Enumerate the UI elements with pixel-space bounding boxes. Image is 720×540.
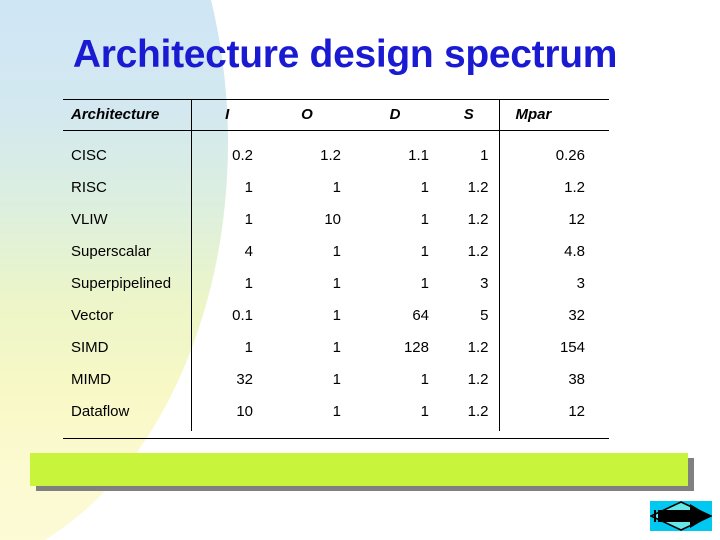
table: Architecture I O D S Mpar CISC 0.2 1.2 1.1 1… xyxy=(63,99,609,431)
cell-s: 1.2 xyxy=(467,242,489,260)
cell-s: 1 xyxy=(480,146,489,164)
cell-i: 0.2 xyxy=(232,146,253,164)
cell-i: 32 xyxy=(236,370,253,388)
cell-s: 5 xyxy=(480,306,489,324)
cell-s: 1.2 xyxy=(467,178,489,196)
cell-architecture: MIMD xyxy=(63,363,192,395)
cell-i: 1 xyxy=(244,274,253,292)
cell-d: 1 xyxy=(420,178,429,196)
cell-architecture: CISC xyxy=(63,130,192,171)
cell-mpar: 1.2 xyxy=(498,171,609,203)
cell-s: 1.2 xyxy=(467,210,489,228)
cell-d: 1 xyxy=(420,274,429,292)
cell-s: 1.2 xyxy=(467,402,489,420)
cell-mpar: 12 xyxy=(498,203,609,235)
column-header-i: I xyxy=(191,99,263,131)
green-accent-bar xyxy=(30,453,688,486)
cell-mpar: 154 xyxy=(498,331,609,363)
slide-canvas: Architecture design spectrum Architectur… xyxy=(0,0,720,540)
cell-d: 1.1 xyxy=(408,146,429,164)
column-header-s: S xyxy=(439,99,499,131)
cell-i: 4 xyxy=(244,242,253,260)
cell-s: 1.2 xyxy=(467,338,489,356)
cell-i: 0.1 xyxy=(232,306,253,324)
cell-i: 1 xyxy=(244,178,253,196)
table-row: VLIW 1 10 1 1.2 12 xyxy=(63,203,609,235)
table-bottom-rule xyxy=(63,438,609,439)
cell-architecture: Superpipelined xyxy=(63,267,192,299)
column-header-mpar: Mpar xyxy=(498,99,609,131)
cell-o: 1 xyxy=(332,402,341,420)
table-row: RISC 1 1 1 1.2 1.2 xyxy=(63,171,609,203)
cell-i: 1 xyxy=(244,210,253,228)
architecture-spectrum-table: Architecture I O D S Mpar CISC 0.2 1.2 1.1 1… xyxy=(63,99,609,431)
cell-o: 1 xyxy=(332,306,341,324)
cell-o: 1 xyxy=(332,274,341,292)
cell-d: 1 xyxy=(420,402,429,420)
table-row: Dataflow 10 1 1 1.2 12 xyxy=(63,395,609,431)
cell-o: 1 xyxy=(332,338,341,356)
cell-i: 10 xyxy=(236,402,253,420)
cell-o: 1 xyxy=(332,178,341,196)
cell-architecture: RISC xyxy=(63,171,192,203)
table-body: CISC 0.2 1.2 1.1 1 0.26 RISC 1 1 1 1.2 1.2 VLIW 1 10 1 1… xyxy=(63,130,609,431)
cell-s: 3 xyxy=(480,274,489,292)
cell-mpar: 4.8 xyxy=(498,235,609,267)
table-row: MIMD 32 1 1 1.2 38 xyxy=(63,363,609,395)
cell-d: 1 xyxy=(420,242,429,260)
column-header-d: D xyxy=(351,99,439,131)
table-row: Superscalar 4 1 1 1.2 4.8 xyxy=(63,235,609,267)
cell-d: 1 xyxy=(420,370,429,388)
cell-d: 64 xyxy=(412,306,429,324)
cell-o: 10 xyxy=(324,210,341,228)
cell-d: 128 xyxy=(403,338,429,356)
cell-mpar: 32 xyxy=(498,299,609,331)
table-row: Vector 0.1 1 64 5 32 xyxy=(63,299,609,331)
cell-mpar: 38 xyxy=(498,363,609,395)
cell-o: 1 xyxy=(332,370,341,388)
cell-architecture: SIMD xyxy=(63,331,192,363)
cell-d: 1 xyxy=(420,210,429,228)
cell-i: 1 xyxy=(244,338,253,356)
cell-mpar: 12 xyxy=(498,395,609,431)
table-row: CISC 0.2 1.2 1.1 1 0.26 xyxy=(63,130,609,171)
cell-architecture: Dataflow xyxy=(63,395,192,431)
cell-o: 1.2 xyxy=(320,146,341,164)
cell-mpar: 0.26 xyxy=(498,130,609,171)
cell-s: 1.2 xyxy=(467,370,489,388)
cell-o: 1 xyxy=(332,242,341,260)
table-header-row: Architecture I O D S Mpar xyxy=(63,99,609,131)
table-row: SIMD 1 1 128 1.2 154 xyxy=(63,331,609,363)
cell-architecture: Vector xyxy=(63,299,192,331)
table-row: Superpipelined 1 1 1 3 3 xyxy=(63,267,609,299)
arrow-right-icon[interactable] xyxy=(650,501,712,531)
page-title: Architecture design spectrum xyxy=(72,33,618,76)
cell-architecture: Superscalar xyxy=(63,235,192,267)
cell-mpar: 3 xyxy=(498,267,609,299)
column-header-architecture: Architecture xyxy=(63,99,192,131)
cell-architecture: VLIW xyxy=(63,203,192,235)
table-header: Architecture I O D S Mpar xyxy=(63,99,609,131)
column-header-o: O xyxy=(263,99,351,131)
